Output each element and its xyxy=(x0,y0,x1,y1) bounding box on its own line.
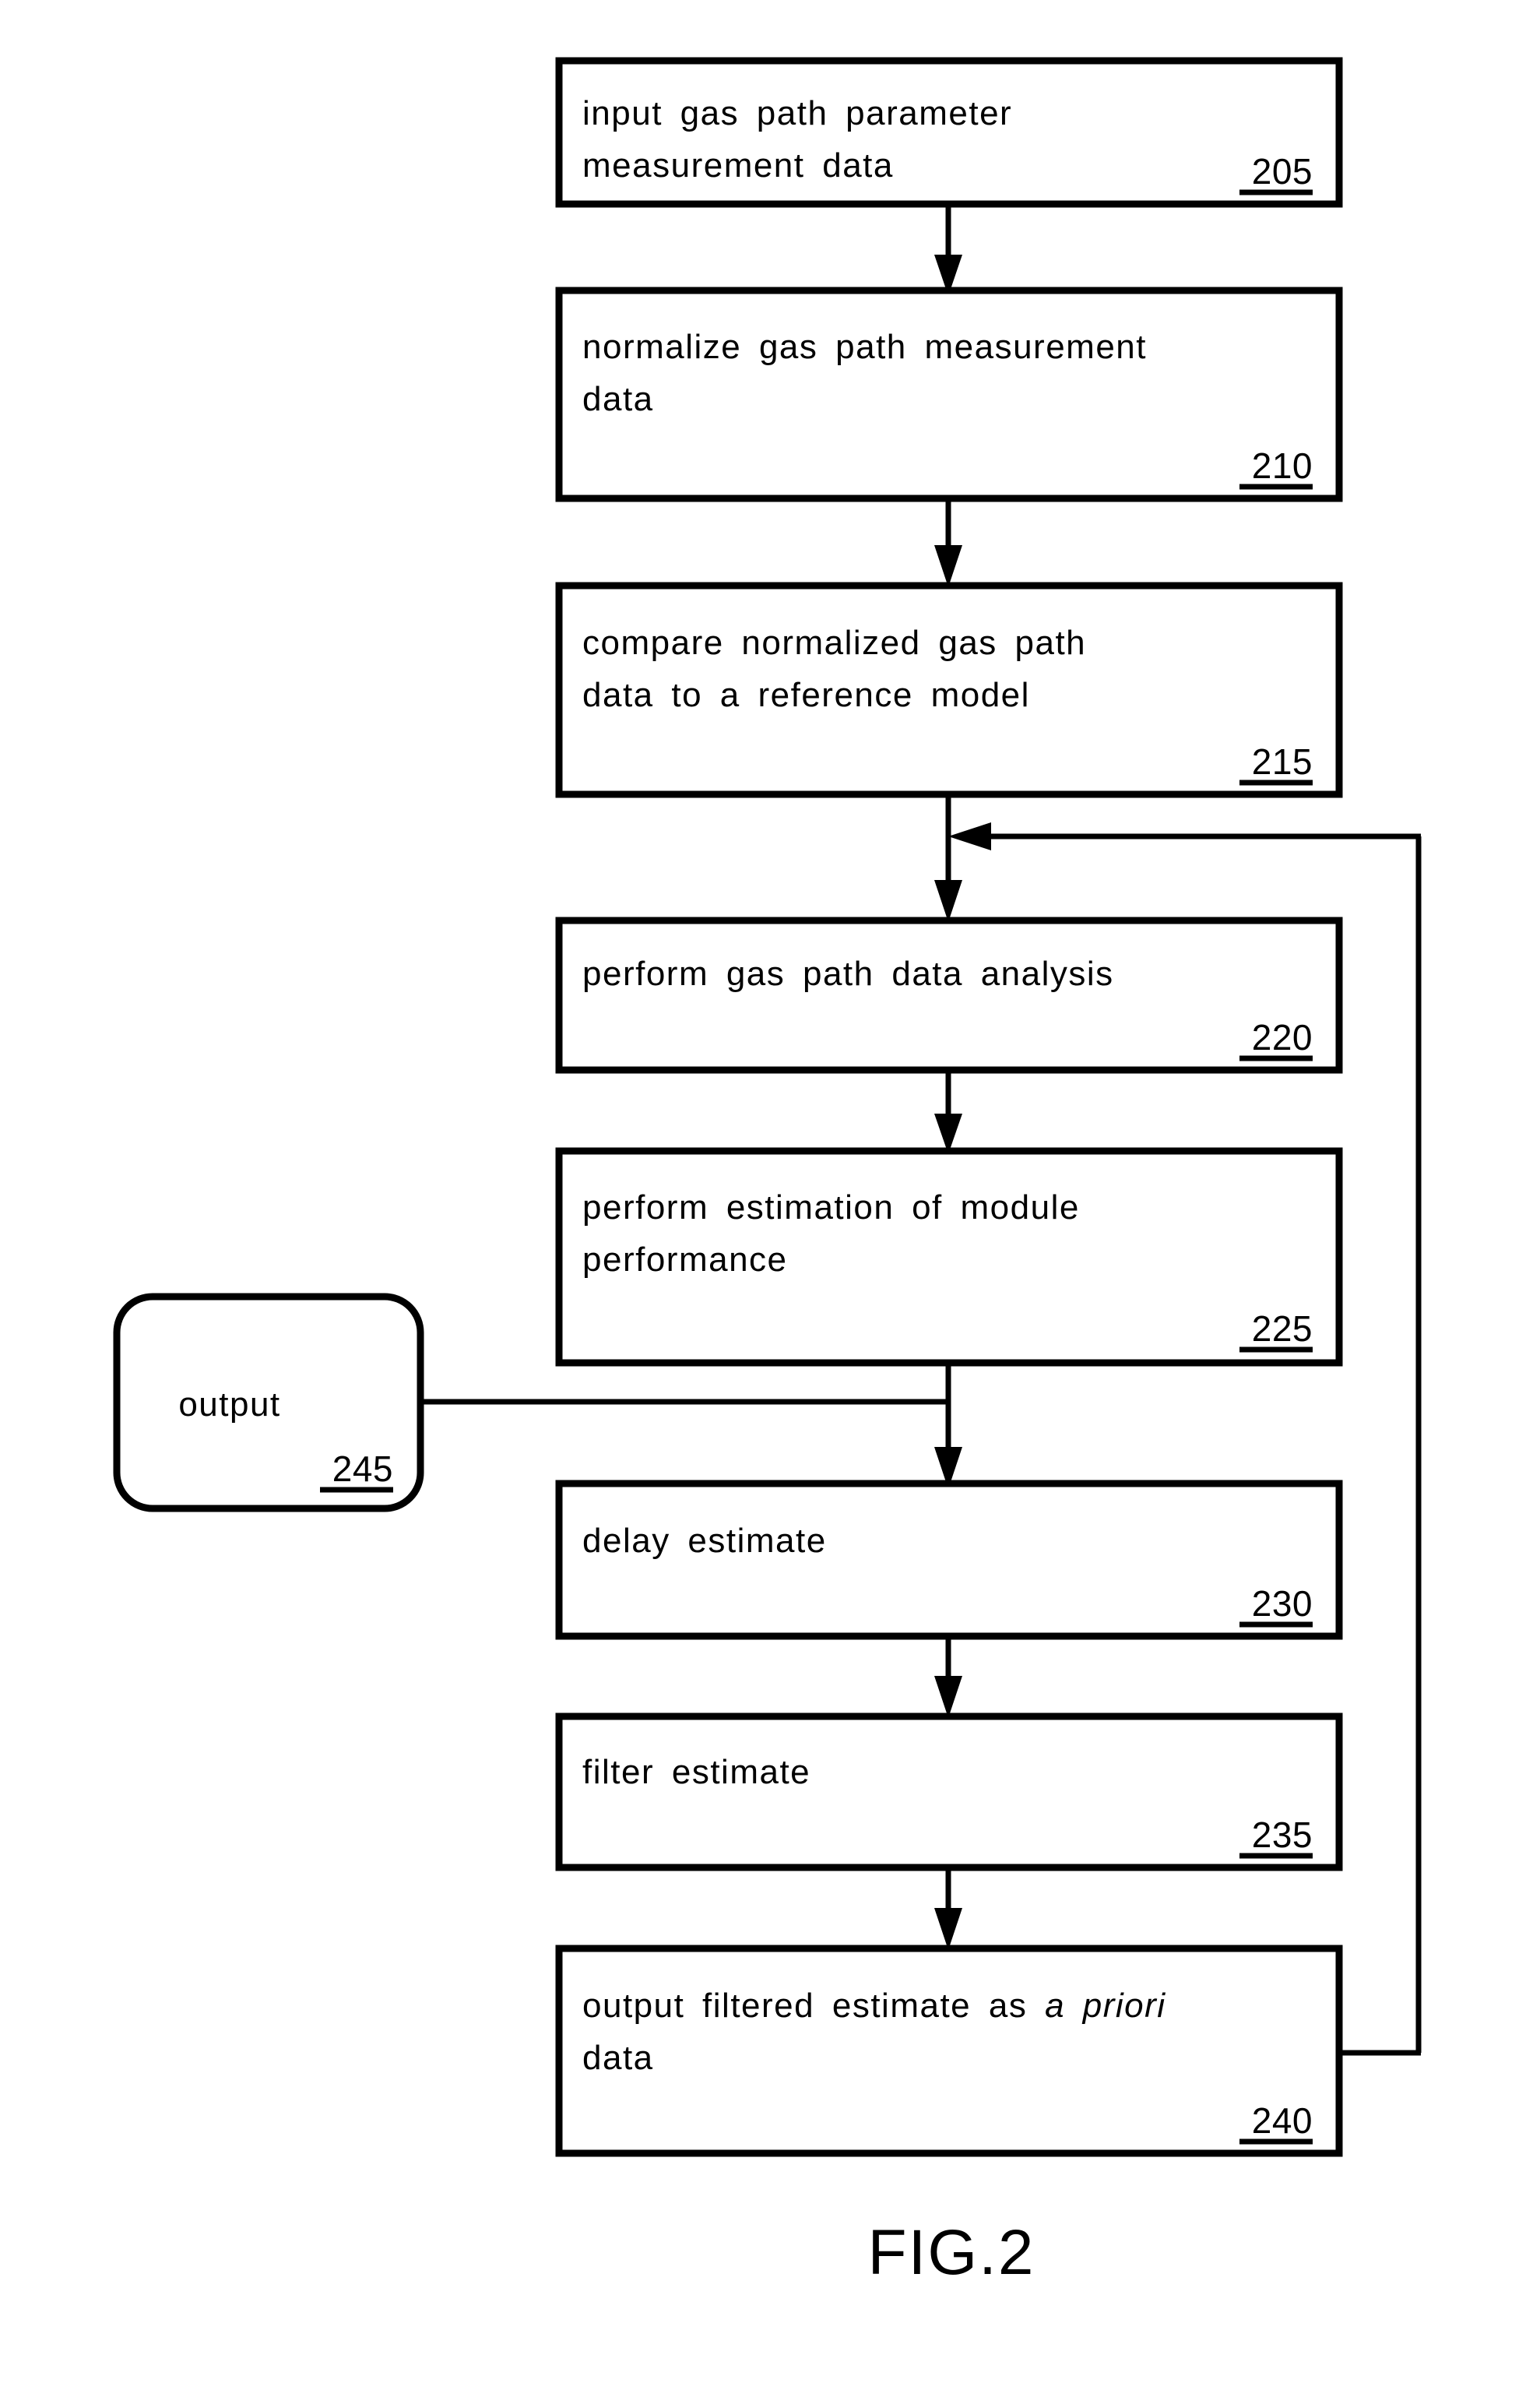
step-box-220-rect xyxy=(555,917,1343,1074)
arrow-230-to-235 xyxy=(934,1636,962,1718)
step-box-215-ref: 215 xyxy=(1252,741,1313,782)
arrow-225-to-230 xyxy=(934,1363,962,1489)
step-box-230-line-1: delay estimate xyxy=(582,1522,827,1560)
step-box-210-rect xyxy=(555,287,1343,502)
step-box-225: perform estimation of module performance… xyxy=(555,1147,1343,1367)
arrow-210-to-215 xyxy=(934,498,962,587)
step-box-210-line-2: data xyxy=(582,380,654,418)
step-box-230-ref: 230 xyxy=(1252,1583,1313,1624)
step-box-215-line-2: data to a reference model xyxy=(582,676,1030,714)
step-box-240-ref: 240 xyxy=(1252,2100,1313,2141)
step-box-235-line-1: filter estimate xyxy=(582,1753,810,1791)
step-box-225-line-1: perform estimation of module xyxy=(582,1188,1080,1227)
arrow-215-to-220-head xyxy=(934,880,962,922)
arrow-210-to-215-head xyxy=(934,545,962,587)
step-box-230-rect xyxy=(555,1480,1343,1640)
step-box-215-line-1: compare normalized gas path xyxy=(582,624,1086,662)
step-box-245: output 245 xyxy=(113,1293,424,1512)
step-box-205-ref: 205 xyxy=(1252,151,1313,192)
step-box-240-line-2: data xyxy=(582,2039,654,2077)
figure-page: input gas path parameter measurement dat… xyxy=(0,0,1540,2383)
step-box-240-rect xyxy=(555,1945,1343,2157)
arrow-235-to-240-head xyxy=(934,1908,962,1950)
arrow-205-to-210 xyxy=(934,204,962,296)
step-box-245-ref: 245 xyxy=(332,1448,393,1489)
step-box-240-line-1-group: output filtered estimate as a priori xyxy=(582,1987,1166,2025)
step-box-220-line-1: perform gas path data analysis xyxy=(582,955,1114,993)
figure-caption: FIG.2 xyxy=(867,2217,1035,2288)
flowchart-figure: input gas path parameter measurement dat… xyxy=(113,57,1422,2288)
step-box-220: perform gas path data analysis 220 xyxy=(555,917,1343,1074)
step-box-210-line-1: normalize gas path measurement xyxy=(582,328,1147,366)
step-box-205-line-1: input gas path parameter xyxy=(582,94,1012,132)
step-box-220-ref: 220 xyxy=(1252,1017,1313,1058)
step-box-240-line-1: output filtered estimate as xyxy=(582,1987,1045,2025)
step-box-205-line-2: measurement data xyxy=(582,146,894,185)
arrow-215-to-220 xyxy=(934,794,962,922)
step-box-215: compare normalized gas path data to a re… xyxy=(555,582,1343,798)
step-box-240-italic-term: a priori xyxy=(1045,1987,1166,2025)
step-box-225-ref: 225 xyxy=(1252,1308,1313,1349)
step-box-235: filter estimate 235 xyxy=(555,1712,1343,1871)
step-box-240: output filtered estimate as a priori dat… xyxy=(555,1945,1343,2157)
step-box-235-rect xyxy=(555,1712,1343,1871)
arrow-230-to-235-head xyxy=(934,1676,962,1718)
arrow-220-to-225 xyxy=(934,1070,962,1154)
step-box-225-line-2: performance xyxy=(582,1241,788,1279)
step-box-210: normalize gas path measurement data 210 xyxy=(555,287,1343,502)
step-box-245-label: output xyxy=(178,1385,280,1424)
step-box-205: input gas path parameter measurement dat… xyxy=(555,57,1343,208)
arrow-235-to-240 xyxy=(934,1867,962,1950)
step-box-230: delay estimate 230 xyxy=(555,1480,1343,1640)
step-box-210-ref: 210 xyxy=(1252,445,1313,486)
step-box-235-ref: 235 xyxy=(1252,1815,1313,1855)
feedback-arrow-head xyxy=(948,822,991,850)
